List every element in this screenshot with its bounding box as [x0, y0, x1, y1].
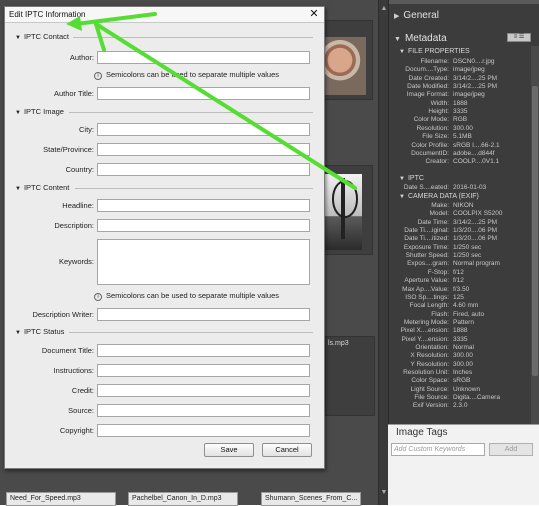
- section-label: IPTC Content: [23, 183, 70, 192]
- file-properties-label: FILE PROPERTIES: [407, 48, 470, 55]
- city-field[interactable]: [97, 123, 310, 136]
- semicolon-hint: i Semicolons can be used to separate mult…: [94, 291, 279, 301]
- author-label: Author:: [69, 53, 94, 62]
- save-button[interactable]: Save: [204, 443, 254, 457]
- edit-iptc-dialog: Edit IPTC Information ✕ ▼ IPTC Contact Au…: [4, 6, 325, 469]
- iptc-label: IPTC: [407, 175, 424, 182]
- camera-data-title[interactable]: ▼ CAMERA DATA (EXIF): [399, 193, 479, 200]
- camera-data-label: CAMERA DATA (EXIF): [407, 193, 479, 200]
- source-field[interactable]: [97, 404, 310, 417]
- chevron-down-icon: ▼: [399, 176, 405, 182]
- headline-field[interactable]: [97, 199, 310, 212]
- general-header-label: General: [403, 10, 439, 21]
- document-title-field[interactable]: [97, 344, 310, 357]
- section-label: IPTC Status: [23, 327, 65, 336]
- chevron-down-icon: ▼: [15, 330, 21, 336]
- add-keyword-button[interactable]: Add: [489, 443, 533, 456]
- keywords-field[interactable]: [97, 239, 310, 285]
- description-writer-label: Description Writer:: [32, 310, 94, 319]
- description-label: Description:: [54, 221, 94, 230]
- metadata-value: 2.3.0: [453, 402, 468, 410]
- section-iptc-content[interactable]: ▼ IPTC Content: [15, 183, 69, 192]
- semicolon-hint: i Semicolons can be used to separate mult…: [94, 70, 279, 80]
- metadata-row: Exif Version: 2.3.0: [389, 401, 529, 410]
- general-header[interactable]: ▶ General: [394, 10, 439, 21]
- file-label: ls.mp3: [328, 340, 349, 347]
- thumbnail-cell[interactable]: ls.mp3: [325, 336, 375, 416]
- credit-label: Credit:: [71, 386, 94, 395]
- iptc-title[interactable]: ▼ IPTC: [399, 175, 424, 182]
- city-label: City:: [79, 125, 94, 134]
- image-tags-panel: Image Tags Add Custom Keywords Add: [388, 424, 539, 505]
- metadata-key: Exif Version:: [412, 402, 449, 410]
- country-label: Country:: [65, 165, 94, 174]
- divider: [75, 188, 313, 189]
- file-label[interactable]: Pachelbel_Canon_In_D.mp3: [128, 492, 238, 506]
- chevron-down-icon: ▼: [399, 49, 405, 55]
- headline-label: Headline:: [62, 201, 94, 210]
- metadata-key: Date S....eated:: [403, 184, 449, 191]
- keywords-label: Keywords:: [58, 257, 94, 266]
- info-icon: i: [94, 72, 102, 80]
- author-title-field[interactable]: [97, 87, 310, 100]
- metadata-row: Creator: COOLP....0V1.1: [389, 157, 529, 166]
- copyright-field[interactable]: [97, 424, 310, 437]
- divider: [69, 332, 313, 333]
- chevron-right-icon: ▶: [394, 13, 400, 20]
- description-writer-field[interactable]: [97, 308, 310, 321]
- country-field[interactable]: [97, 163, 310, 176]
- section-label: IPTC Image: [23, 107, 64, 116]
- file-label[interactable]: Need_For_Speed.mp3: [6, 492, 116, 506]
- author-title-label: Author Title:: [53, 89, 94, 98]
- chevron-down-icon: ▼: [15, 186, 21, 192]
- instructions-field[interactable]: [97, 364, 310, 377]
- state-field[interactable]: [97, 143, 310, 156]
- cancel-button[interactable]: Cancel: [262, 443, 312, 457]
- view-mode-toggle-icon[interactable]: ≡ ☰: [507, 33, 531, 42]
- description-field[interactable]: [97, 219, 310, 232]
- panel-top-strip: [389, 0, 539, 4]
- metadata-header-label: Metadata: [404, 33, 447, 44]
- divider: [73, 37, 313, 38]
- hint-text: Semicolons can be used to separate multi…: [106, 291, 280, 300]
- instructions-label: Instructions:: [53, 366, 94, 375]
- metadata-value: COOLP....0V1.1: [453, 158, 500, 166]
- metadata-row: Date S....eated: 2016-01-03: [389, 183, 529, 192]
- metadata-key: Creator:: [425, 158, 449, 166]
- hint-text: Semicolons can be used to separate multi…: [106, 70, 280, 79]
- chevron-down-icon: ▼: [15, 110, 21, 116]
- grid-scrollbar[interactable]: ▲ ▼: [378, 0, 388, 505]
- custom-keywords-input[interactable]: Add Custom Keywords: [391, 443, 485, 456]
- info-icon: i: [94, 293, 102, 301]
- source-label: Source:: [68, 406, 94, 415]
- section-iptc-image[interactable]: ▼ IPTC Image: [15, 107, 64, 116]
- file-label[interactable]: Shumann_Scenes_From_C...: [261, 492, 361, 506]
- copyright-label: Copyright:: [59, 426, 94, 435]
- section-iptc-status[interactable]: ▼ IPTC Status: [15, 327, 64, 336]
- dialog-titlebar[interactable]: Edit IPTC Information ✕: [5, 7, 324, 23]
- credit-field[interactable]: [97, 384, 310, 397]
- file-properties-title[interactable]: ▼ FILE PROPERTIES: [399, 48, 470, 55]
- author-field[interactable]: [97, 51, 310, 64]
- chevron-down-icon: ▼: [15, 35, 21, 41]
- document-title-label: Document Title:: [41, 346, 94, 355]
- metadata-value: 2016-01-03: [453, 184, 487, 191]
- dialog-title: Edit IPTC Information: [9, 10, 86, 19]
- chevron-down-icon: ▼: [394, 36, 401, 43]
- section-label: IPTC Contact: [23, 32, 69, 41]
- image-tags-title: Image Tags: [396, 427, 448, 438]
- section-iptc-contact[interactable]: ▼ IPTC Contact: [15, 32, 69, 41]
- close-icon[interactable]: ✕: [308, 8, 320, 20]
- thumbnail-image: [324, 174, 362, 250]
- chevron-down-icon: ▼: [399, 194, 405, 200]
- panel-scrollbar[interactable]: [531, 46, 539, 426]
- state-label: State/Province:: [43, 145, 94, 154]
- metadata-header[interactable]: ▼ Metadata: [394, 33, 447, 44]
- divider: [69, 112, 313, 113]
- panel-scrollbar-thumb[interactable]: [532, 86, 538, 376]
